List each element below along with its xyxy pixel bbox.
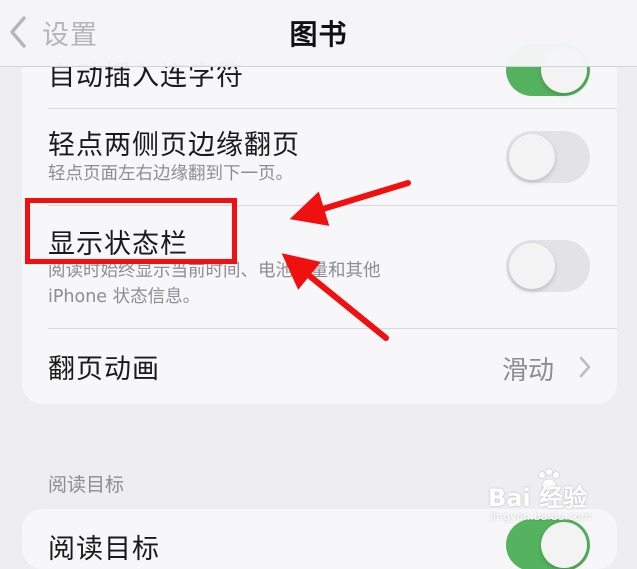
watermark-url: jingyan.baidu.com [490, 510, 592, 523]
reading-goals-label: 阅读目标 [48, 534, 160, 565]
row-tap-edges[interactable]: 轻点两侧页边缘翻页 轻点页面左右边缘翻到下一页。 [22, 109, 617, 205]
page-title: 图书 [289, 18, 348, 51]
toggle-knob [509, 134, 555, 180]
page-turn-animation-value: 滑动 [502, 356, 555, 386]
watermark: Bai 经验 jingyan.baidu.com [480, 466, 630, 526]
settings-list: 自动插入连字符 轻点两侧页边缘翻页 轻点页面左右边缘翻到下一页。 显示状态栏 阅… [0, 0, 637, 569]
toggle-knob [541, 522, 587, 568]
tap-edges-label: 轻点两侧页边缘翻页 [48, 130, 300, 161]
show-status-bar-toggle[interactable] [506, 240, 590, 292]
annotation-highlight-box [25, 198, 237, 264]
tap-edges-description: 轻点页面左右边缘翻到下一页。 [48, 164, 293, 184]
section-header-reading-goals: 阅读目标 [48, 474, 125, 496]
tap-edges-toggle[interactable] [506, 131, 590, 183]
toggle-knob [509, 243, 555, 289]
row-page-turn-animation[interactable]: 翻页动画 滑动 [22, 329, 617, 404]
navigation-bar: 设置 图书 [0, 0, 637, 67]
watermark-text: Bai 经验 [488, 484, 588, 512]
page-turn-animation-label: 翻页动画 [48, 354, 160, 385]
show-status-bar-description-line2: iPhone 状态信息。 [48, 287, 201, 307]
reading-goals-toggle[interactable] [506, 519, 590, 569]
chevron-right-icon [579, 356, 591, 378]
